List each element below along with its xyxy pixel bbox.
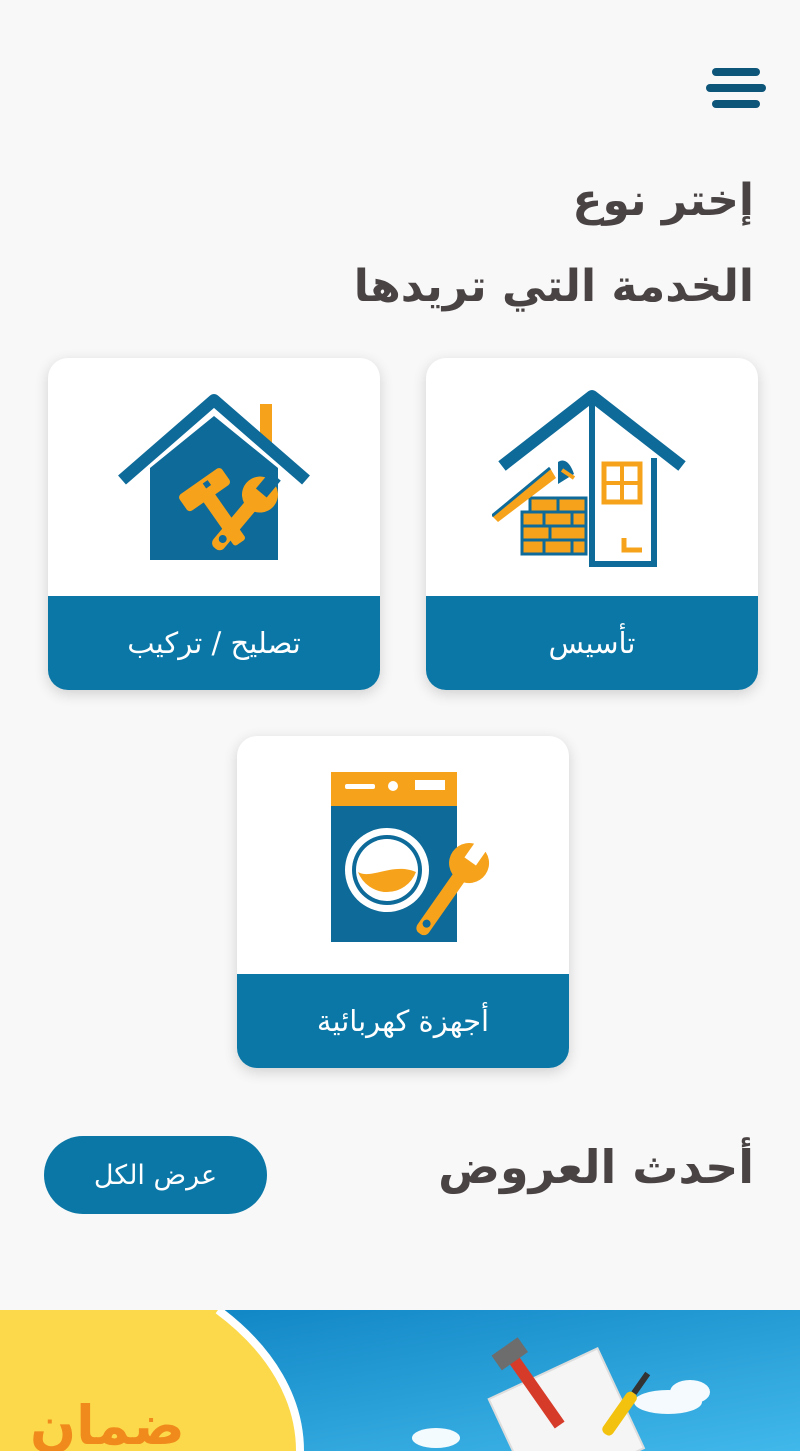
service-label: تأسيس xyxy=(426,596,758,690)
offers-section-title: أحدث العروض xyxy=(438,1140,754,1194)
service-card-repair[interactable]: تصليح / تركيب xyxy=(48,358,380,690)
card-art xyxy=(48,358,380,598)
hamburger-menu-icon[interactable] xyxy=(706,64,768,118)
service-label: تصليح / تركيب xyxy=(48,596,380,690)
house-construction-icon xyxy=(492,390,686,567)
house-repair-tools-icon xyxy=(118,394,310,560)
page-title-line2: الخدمة التي تريدها xyxy=(353,261,754,312)
card-art xyxy=(237,736,569,976)
page-title: إختر نوع الخدمة التي تريدها xyxy=(354,158,754,330)
banner-text: ضمان xyxy=(30,1394,185,1451)
service-card-appliances[interactable]: أجهزة كهربائية xyxy=(237,736,569,1068)
service-label: أجهزة كهربائية xyxy=(237,974,569,1068)
service-card-construction[interactable]: تأسيس xyxy=(426,358,758,690)
page-title-line1: إختر نوع xyxy=(572,175,754,226)
view-all-button[interactable]: عرض الكل xyxy=(44,1136,267,1214)
washing-machine-wrench-icon xyxy=(331,772,491,942)
card-art xyxy=(426,358,758,598)
promo-banner[interactable]: ضمان xyxy=(0,1310,800,1451)
